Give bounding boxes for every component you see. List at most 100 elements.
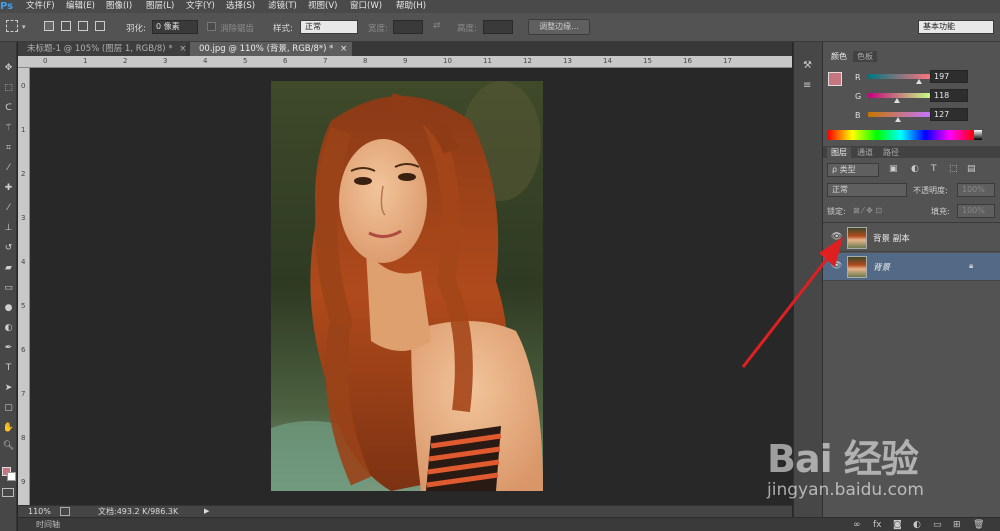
zoom-tool-icon[interactable]: 🔍︎ bbox=[2, 440, 15, 453]
dodge-tool-icon[interactable]: ◐ bbox=[2, 322, 15, 335]
link-layers-icon[interactable]: ∞ bbox=[853, 520, 861, 530]
b-value[interactable]: 127 bbox=[930, 108, 968, 121]
antialias-checkbox[interactable] bbox=[207, 22, 216, 31]
share-icon[interactable] bbox=[60, 507, 70, 516]
new-selection-icon[interactable] bbox=[44, 21, 54, 31]
brush-preset-icon[interactable]: ⚒ bbox=[803, 60, 812, 71]
quick-mask-icon[interactable] bbox=[2, 488, 14, 497]
opacity-input[interactable]: 100% bbox=[957, 183, 995, 197]
ruler-tick-label: 0 bbox=[43, 57, 48, 65]
stamp-tool-icon[interactable]: ⊥ bbox=[2, 222, 15, 235]
layer-name[interactable]: 背景 副本 bbox=[873, 232, 910, 244]
lock-icons[interactable]: ⊠ ⁄ ✥ ⊡ bbox=[853, 206, 882, 215]
path-selection-tool-icon[interactable]: ➤ bbox=[2, 382, 15, 395]
status-arrow-icon[interactable]: ▶ bbox=[204, 506, 209, 517]
brush-tool-icon[interactable]: ⁄ bbox=[2, 202, 15, 215]
photo-portrait[interactable] bbox=[271, 81, 543, 491]
color-spectrum-bar[interactable] bbox=[828, 130, 974, 140]
filter-pixel-icon[interactable]: ▣ bbox=[889, 164, 898, 174]
background-color-swatch[interactable] bbox=[7, 472, 16, 481]
refine-edge-button[interactable]: 调整边缘... bbox=[528, 19, 590, 35]
tab-close-icon[interactable]: × bbox=[340, 44, 347, 54]
style-dropdown[interactable]: 正常 bbox=[300, 20, 358, 34]
document-size: 文档:493.2 K/986.3K bbox=[98, 507, 179, 516]
intersect-selection-icon[interactable] bbox=[95, 21, 105, 31]
layer-filter-dropdown[interactable]: ρ 类型 bbox=[827, 163, 879, 177]
tab-color[interactable]: 颜色 bbox=[827, 51, 851, 62]
menu-layer[interactable]: 图层(L) bbox=[146, 0, 174, 13]
menu-window[interactable]: 窗口(W) bbox=[350, 0, 382, 13]
tab-00-jpg[interactable]: 00.jpg @ 110% (背景, RGB/8*) * × bbox=[190, 42, 352, 56]
g-value[interactable]: 118 bbox=[930, 89, 968, 102]
ruler-tick-label: 8 bbox=[21, 434, 26, 442]
ruler-tick-label: 5 bbox=[21, 302, 26, 310]
menu-edit[interactable]: 编辑(E) bbox=[66, 0, 95, 13]
feather-input[interactable]: 0 像素 bbox=[152, 20, 198, 34]
document-canvas[interactable] bbox=[31, 68, 792, 505]
menu-type[interactable]: 文字(Y) bbox=[186, 0, 215, 13]
crop-tool-icon[interactable]: ⌗ bbox=[2, 142, 15, 155]
zoom-level[interactable]: 110% bbox=[28, 506, 51, 517]
antialias-label: 消除锯齿 bbox=[220, 24, 255, 34]
menu-help[interactable]: 帮助(H) bbox=[396, 0, 426, 13]
magic-wand-tool-icon[interactable]: ⚚ bbox=[2, 122, 15, 135]
ruler-tick-label: 0 bbox=[21, 82, 26, 90]
pen-tool-icon[interactable]: ✒ bbox=[2, 342, 15, 355]
tab-close-icon[interactable]: × bbox=[179, 44, 186, 54]
black-white-ramp[interactable] bbox=[974, 130, 982, 140]
marquee-tool-preset-icon[interactable] bbox=[6, 20, 18, 32]
height-input[interactable] bbox=[483, 20, 513, 34]
lasso-tool-icon[interactable]: ᑕ bbox=[2, 102, 15, 115]
eyedropper-tool-icon[interactable]: ⁄ bbox=[2, 162, 15, 175]
b-slider-thumb[interactable] bbox=[895, 117, 901, 122]
color-foreground-swatch[interactable] bbox=[828, 72, 842, 86]
menu-filter[interactable]: 滤镜(T) bbox=[268, 0, 297, 13]
tab-channels[interactable]: 通道 bbox=[853, 147, 877, 158]
menu-image[interactable]: 图像(I) bbox=[106, 0, 132, 13]
add-selection-icon[interactable] bbox=[61, 21, 71, 31]
adjustment-layer-icon[interactable]: ◐ bbox=[913, 520, 921, 530]
new-layer-icon[interactable]: ⊞ bbox=[953, 520, 961, 530]
history-brush-tool-icon[interactable]: ↺ bbox=[2, 242, 15, 255]
tab-paths[interactable]: 路径 bbox=[879, 147, 903, 158]
hand-tool-icon[interactable]: ✋ bbox=[2, 422, 15, 435]
fill-input[interactable]: 100% bbox=[957, 204, 995, 218]
lock-label: 锁定: bbox=[827, 207, 846, 216]
menu-file[interactable]: 文件(F) bbox=[26, 0, 55, 13]
add-mask-icon[interactable]: ◙ bbox=[893, 520, 902, 530]
menu-select[interactable]: 选择(S) bbox=[226, 0, 255, 13]
adjustment-icon[interactable]: ≡ bbox=[803, 80, 811, 91]
filter-smart-icon[interactable]: ▤ bbox=[967, 164, 976, 174]
filter-type-icon[interactable]: T bbox=[931, 164, 937, 174]
g-slider-thumb[interactable] bbox=[894, 98, 900, 103]
chevron-down-icon[interactable]: ▾ bbox=[22, 23, 26, 31]
width-input[interactable] bbox=[393, 20, 423, 34]
ruler-tick-label: 4 bbox=[21, 258, 26, 266]
swap-dimensions-icon[interactable]: ⇄ bbox=[433, 21, 441, 31]
r-value[interactable]: 197 bbox=[930, 70, 968, 83]
filter-shape-icon[interactable]: ⬚ bbox=[949, 164, 958, 174]
gradient-tool-icon[interactable]: ▭ bbox=[2, 282, 15, 295]
menu-view[interactable]: 视图(V) bbox=[308, 0, 337, 13]
tab-untitled-1[interactable]: 未标题-1 @ 105% (图层 1, RGB/8) * × bbox=[18, 42, 186, 56]
trash-icon[interactable]: 🗑︎ bbox=[973, 520, 984, 530]
new-group-icon[interactable]: ▭ bbox=[933, 520, 942, 530]
type-tool-icon[interactable]: T bbox=[2, 362, 15, 375]
blend-mode-dropdown[interactable]: 正常 bbox=[827, 183, 907, 197]
tab-layers[interactable]: 图层 bbox=[827, 147, 851, 158]
fx-icon[interactable]: fx bbox=[873, 520, 882, 530]
r-slider-thumb[interactable] bbox=[916, 79, 922, 84]
blur-tool-icon[interactable]: ● bbox=[2, 302, 15, 315]
filter-adjustment-icon[interactable]: ◐ bbox=[911, 164, 919, 174]
healing-brush-tool-icon[interactable]: ✚ bbox=[2, 182, 15, 195]
eraser-tool-icon[interactable]: ▰ bbox=[2, 262, 15, 275]
ruler-tick-label: 5 bbox=[243, 57, 248, 65]
shape-tool-icon[interactable]: ▢ bbox=[2, 402, 15, 415]
workspace-dropdown[interactable]: 基本功能 bbox=[918, 20, 994, 34]
marquee-tool-icon[interactable]: ⬚ bbox=[2, 82, 15, 95]
ruler-tick-label: 12 bbox=[523, 57, 532, 65]
subtract-selection-icon[interactable] bbox=[78, 21, 88, 31]
tab-swatches[interactable]: 色板 bbox=[853, 51, 877, 62]
layer-name[interactable]: 背景 bbox=[873, 261, 890, 273]
move-tool-icon[interactable]: ✥ bbox=[2, 62, 15, 75]
